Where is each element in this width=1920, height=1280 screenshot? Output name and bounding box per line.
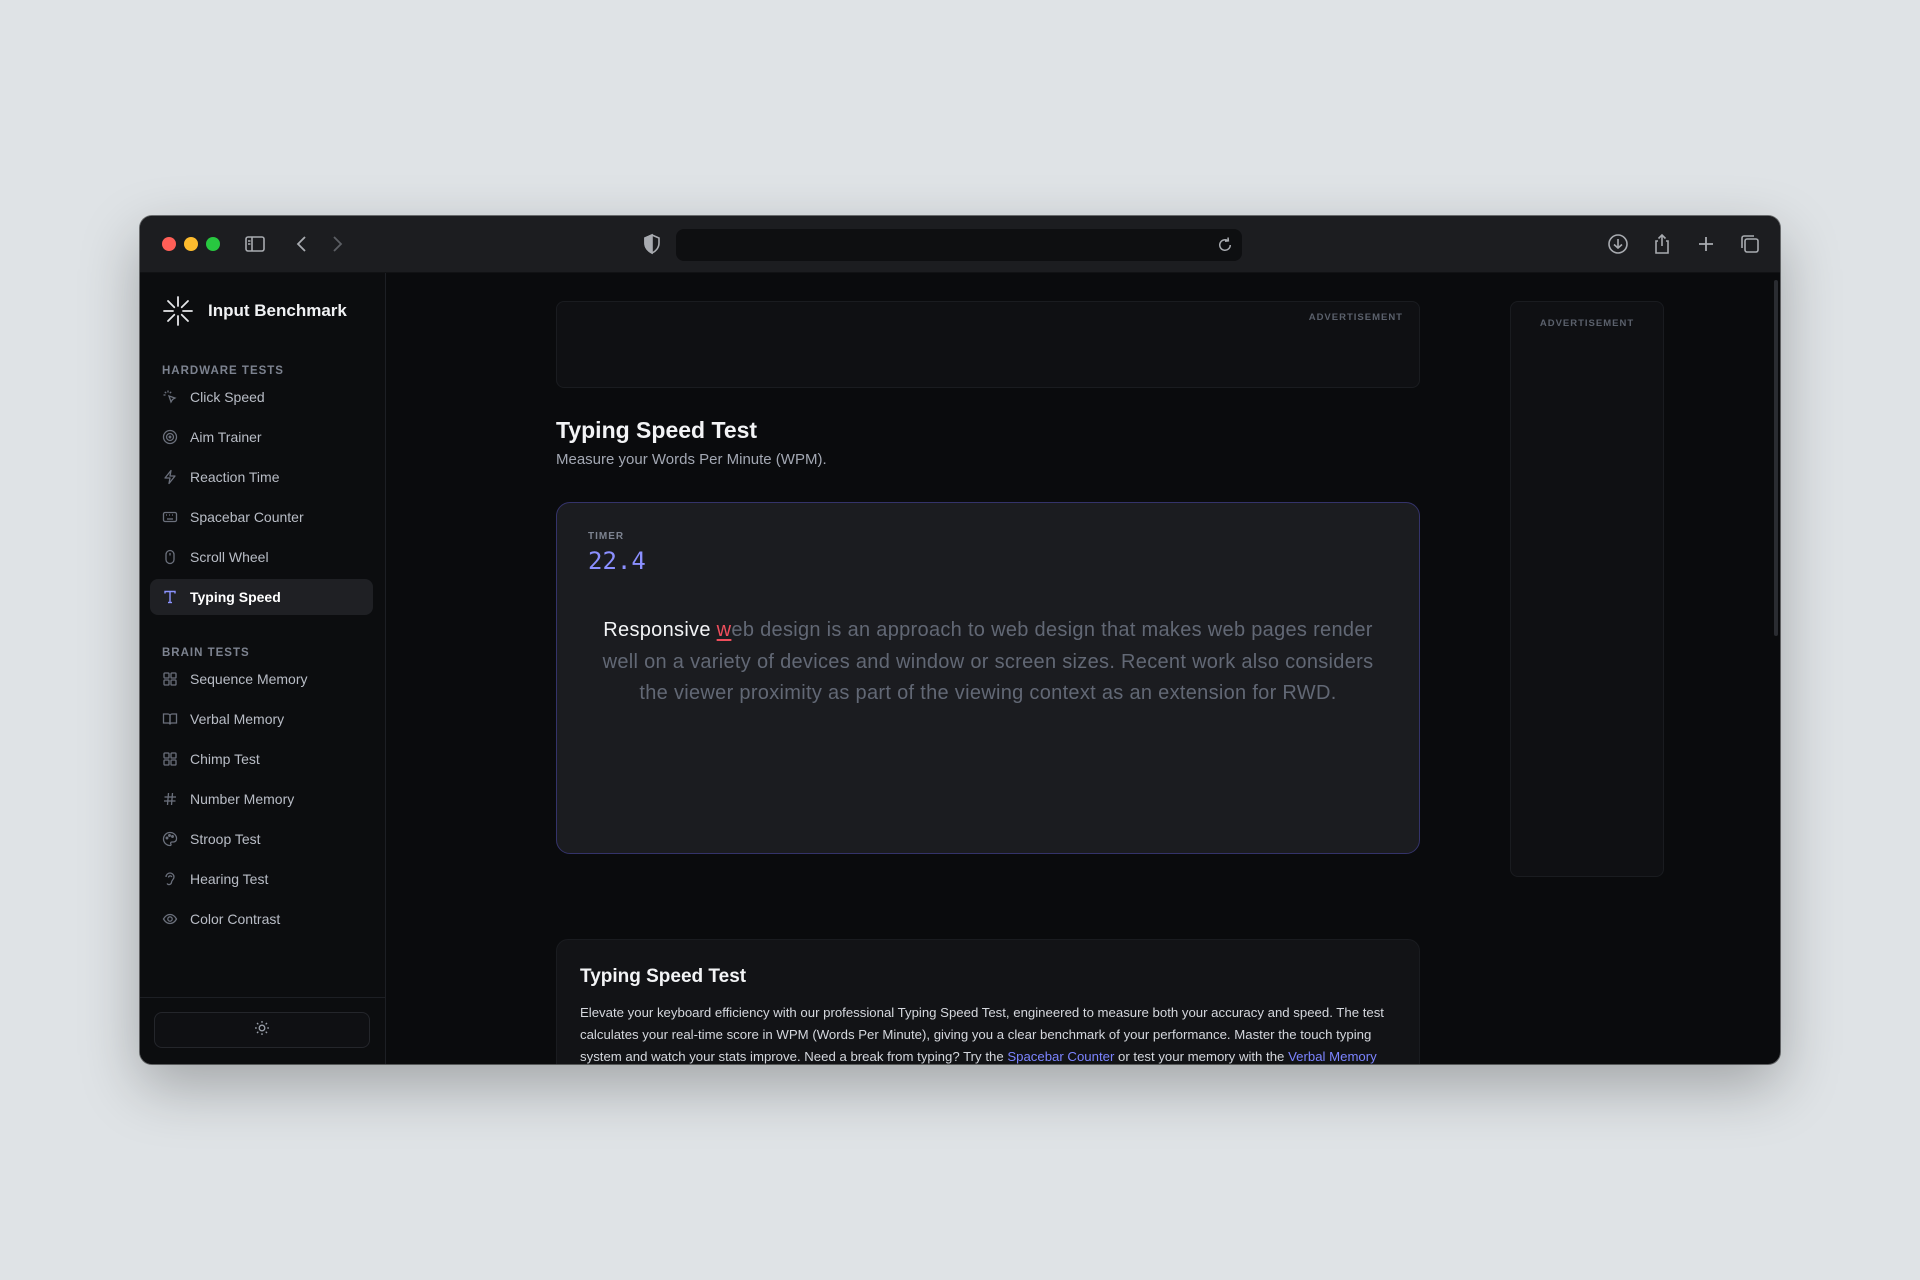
page-subtitle: Measure your Words Per Minute (WPM). — [556, 451, 827, 468]
ad-sidebar[interactable]: ADVERTISEMENT — [1510, 301, 1664, 877]
palette-icon — [162, 831, 178, 847]
book-icon — [162, 711, 178, 727]
grid-icon — [162, 671, 178, 687]
close-window-button[interactable] — [162, 237, 176, 251]
main-content: ADVERTISEMENT Typing Speed Test Measure … — [386, 273, 1780, 1064]
info-title: Typing Speed Test — [580, 966, 747, 987]
sun-icon — [254, 1020, 270, 1041]
sidebar-item-color-contrast[interactable]: Color Contrast — [150, 901, 373, 937]
sidebar-item-hearing-test[interactable]: Hearing Test — [150, 861, 373, 897]
sidebar-item-label: Spacebar Counter — [190, 509, 304, 525]
timer-label: TIMER — [588, 531, 625, 542]
sidebar-item-typing-speed[interactable]: Typing Speed — [150, 579, 373, 615]
sidebar-item-stroop-test[interactable]: Stroop Test — [150, 821, 373, 857]
sidebar-item-label: Scroll Wheel — [190, 549, 269, 565]
minimize-window-button[interactable] — [184, 237, 198, 251]
keyboard-icon — [162, 509, 178, 525]
ad-label: ADVERTISEMENT — [1539, 318, 1635, 329]
sidebar-item-label: Color Contrast — [190, 911, 281, 927]
sidebar-item-click-speed[interactable]: Click Speed — [150, 379, 373, 415]
zoom-window-button[interactable] — [206, 237, 220, 251]
sidebar-item-label: Sequence Memory — [190, 671, 308, 687]
lightning-icon — [162, 469, 178, 485]
privacy-shield-icon[interactable] — [640, 232, 664, 256]
typing-passage[interactable]: Responsive web design is an approach to … — [589, 615, 1387, 710]
sidebar-item-label: Chimp Test — [190, 751, 260, 767]
browser-window: Input Benchmark HARDWARE TESTS Click Spe… — [140, 216, 1780, 1064]
sidebar-item-label: Hearing Test — [190, 871, 269, 887]
sidebar: Input Benchmark HARDWARE TESTS Click Spe… — [140, 273, 386, 1064]
sidebar-item-spacebar-counter[interactable]: Spacebar Counter — [150, 499, 373, 535]
typed-text: Responsive — [603, 619, 717, 641]
sidebar-toggle-icon[interactable] — [243, 232, 267, 256]
ear-icon — [162, 871, 178, 887]
sidebar-item-chimp-test[interactable]: Chimp Test — [150, 741, 373, 777]
app-name: Input Benchmark — [208, 301, 347, 320]
sidebar-item-label: Aim Trainer — [190, 429, 262, 445]
sidebar-item-sequence-memory[interactable]: Sequence Memory — [150, 661, 373, 697]
brain-tests-heading: BRAIN TESTS — [162, 647, 250, 659]
type-icon — [162, 589, 178, 605]
eye-icon — [162, 911, 178, 927]
browser-toolbar — [140, 216, 1780, 273]
typing-test-area[interactable]: TIMER 22.4 Responsive web design is an a… — [556, 502, 1420, 854]
page-title: Typing Speed Test — [556, 417, 758, 443]
info-text-part: or test your memory with the — [1114, 1049, 1289, 1064]
sparkle-logo-icon — [162, 295, 194, 327]
sidebar-item-reaction-time[interactable]: Reaction Time — [150, 459, 373, 495]
spacebar-counter-link[interactable]: Spacebar Counter — [1007, 1049, 1114, 1064]
sidebar-item-label: Stroop Test — [190, 831, 261, 847]
page-scrollbar[interactable] — [1774, 280, 1778, 636]
sidebar-item-number-memory[interactable]: Number Memory — [150, 781, 373, 817]
sidebar-item-verbal-memory[interactable]: Verbal Memory — [150, 701, 373, 737]
back-icon[interactable] — [290, 232, 314, 256]
sidebar-item-label: Number Memory — [190, 791, 295, 807]
brand[interactable]: Input Benchmark — [162, 295, 347, 327]
grid-icon — [162, 751, 178, 767]
downloads-icon[interactable] — [1606, 232, 1630, 256]
ad-banner[interactable]: ADVERTISEMENT — [556, 301, 1420, 388]
current-character: w — [716, 619, 732, 641]
info-card: Typing Speed Test Elevate your keyboard … — [556, 939, 1420, 1064]
timer-value: 22.4 — [588, 547, 646, 575]
forward-icon[interactable] — [325, 232, 349, 256]
info-description: Elevate your keyboard efficiency with ou… — [580, 1002, 1399, 1064]
tab-overview-icon[interactable] — [1738, 232, 1762, 256]
new-tab-icon[interactable] — [1694, 232, 1718, 256]
theme-toggle-button[interactable] — [154, 1012, 370, 1048]
click-icon — [162, 389, 178, 405]
sidebar-item-label: Verbal Memory — [190, 711, 285, 727]
address-bar[interactable] — [676, 229, 1242, 261]
reload-icon[interactable] — [1216, 236, 1234, 254]
sidebar-item-label: Typing Speed — [190, 589, 281, 605]
sidebar-item-aim-trainer[interactable]: Aim Trainer — [150, 419, 373, 455]
hash-icon — [162, 791, 178, 807]
ad-label: ADVERTISEMENT — [1308, 312, 1403, 323]
share-icon[interactable] — [1650, 232, 1674, 256]
sidebar-item-label: Click Speed — [190, 389, 265, 405]
mouse-icon — [162, 549, 178, 565]
sidebar-footer — [140, 997, 385, 1064]
sidebar-item-scroll-wheel[interactable]: Scroll Wheel — [150, 539, 373, 575]
target-icon — [162, 429, 178, 445]
sidebar-item-label: Reaction Time — [190, 469, 280, 485]
hardware-tests-heading: HARDWARE TESTS — [162, 365, 284, 377]
